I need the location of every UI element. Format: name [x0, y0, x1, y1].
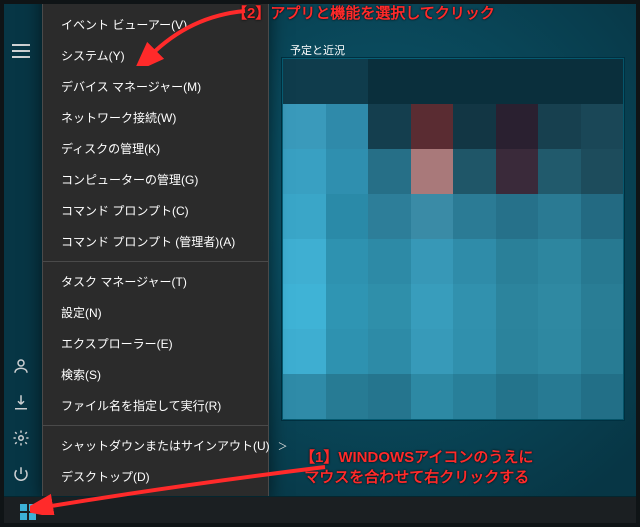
winx-menu-item[interactable]: デバイス マネージャー(M) — [43, 71, 268, 102]
menu-item-label: ネットワーク接続(W) — [61, 109, 176, 126]
winx-menu-item[interactable]: タスク マネージャー(T) — [43, 266, 268, 297]
menu-separator — [43, 425, 268, 426]
winx-context-menu: アプリと機能(F)電源オプション(O)イベント ビューアー(V)システム(Y)デ… — [42, 0, 269, 497]
winx-menu-item[interactable]: システム(Y) — [43, 40, 268, 71]
winx-menu-item[interactable]: ディスクの管理(K) — [43, 133, 268, 164]
menu-separator — [43, 261, 268, 262]
menu-item-label: ファイル名を指定して実行(R) — [61, 397, 221, 414]
menu-item-label: ディスクの管理(K) — [61, 140, 160, 157]
menu-item-label: デバイス マネージャー(M) — [61, 78, 201, 95]
winx-menu-item[interactable]: エクスプローラー(E) — [43, 328, 268, 359]
download-icon[interactable] — [12, 393, 30, 411]
settings-gear-icon[interactable] — [12, 429, 30, 447]
menu-item-label: 検索(S) — [61, 366, 101, 383]
menu-item-label: デスクトップ(D) — [61, 468, 150, 485]
winx-menu-item[interactable]: ファイル名を指定して実行(R) — [43, 390, 268, 421]
menu-item-label: コマンド プロンプト (管理者)(A) — [61, 233, 235, 250]
menu-item-label: コマンド プロンプト(C) — [61, 202, 189, 219]
menu-item-label: タスク マネージャー(T) — [61, 273, 187, 290]
winx-menu-item[interactable]: デスクトップ(D) — [43, 461, 268, 492]
menu-item-label: 電源オプション(O) — [61, 0, 162, 2]
calendar-header-label: 予定と近況 — [290, 42, 345, 58]
winx-menu-item[interactable]: 設定(N) — [43, 297, 268, 328]
hamburger-icon[interactable] — [12, 44, 30, 63]
taskbar — [0, 496, 640, 527]
menu-item-label: コンピューターの管理(G) — [61, 171, 198, 188]
instruction-step-1-line1: 【1】WINDOWSアイコンのうえに — [300, 449, 533, 466]
instruction-step-2: 【2】アプリと機能を選択してクリック — [232, 4, 495, 24]
instruction-step-1: 【1】WINDOWSアイコンのうえに マウスを合わせて右クリックする — [300, 448, 533, 489]
power-icon[interactable] — [12, 465, 30, 483]
winx-menu-item[interactable]: コンピューターの管理(G) — [43, 164, 268, 195]
winx-menu-item[interactable]: ネットワーク接続(W) — [43, 102, 268, 133]
winx-menu-item[interactable]: 検索(S) — [43, 359, 268, 390]
menu-item-label: 設定(N) — [61, 304, 102, 321]
instruction-step-1-line2: マウスを合わせて右クリックする — [304, 469, 529, 486]
windows-logo-icon — [20, 504, 36, 520]
screenshot-stage: 予定と近況 アプリと機能(F)電源オプション(O)イベント ビューアー(V)シス… — [0, 0, 640, 527]
winx-menu-item[interactable]: コマンド プロンプト (管理者)(A) — [43, 226, 268, 257]
start-rail — [0, 337, 42, 497]
menu-item-label: イベント ビューアー(V) — [61, 16, 187, 33]
menu-item-label: エクスプローラー(E) — [61, 335, 173, 352]
winx-menu-item[interactable]: コマンド プロンプト(C) — [43, 195, 268, 226]
start-button[interactable] — [8, 497, 48, 527]
menu-item-label: システム(Y) — [61, 47, 125, 64]
blurred-tiles-background — [282, 58, 624, 420]
menu-item-label: シャットダウンまたはサインアウト(U) — [61, 437, 270, 454]
chevron-right-icon: ＞ — [278, 438, 288, 453]
user-icon[interactable] — [12, 357, 30, 375]
winx-menu-item[interactable]: シャットダウンまたはサインアウト(U)＞ — [43, 430, 268, 461]
